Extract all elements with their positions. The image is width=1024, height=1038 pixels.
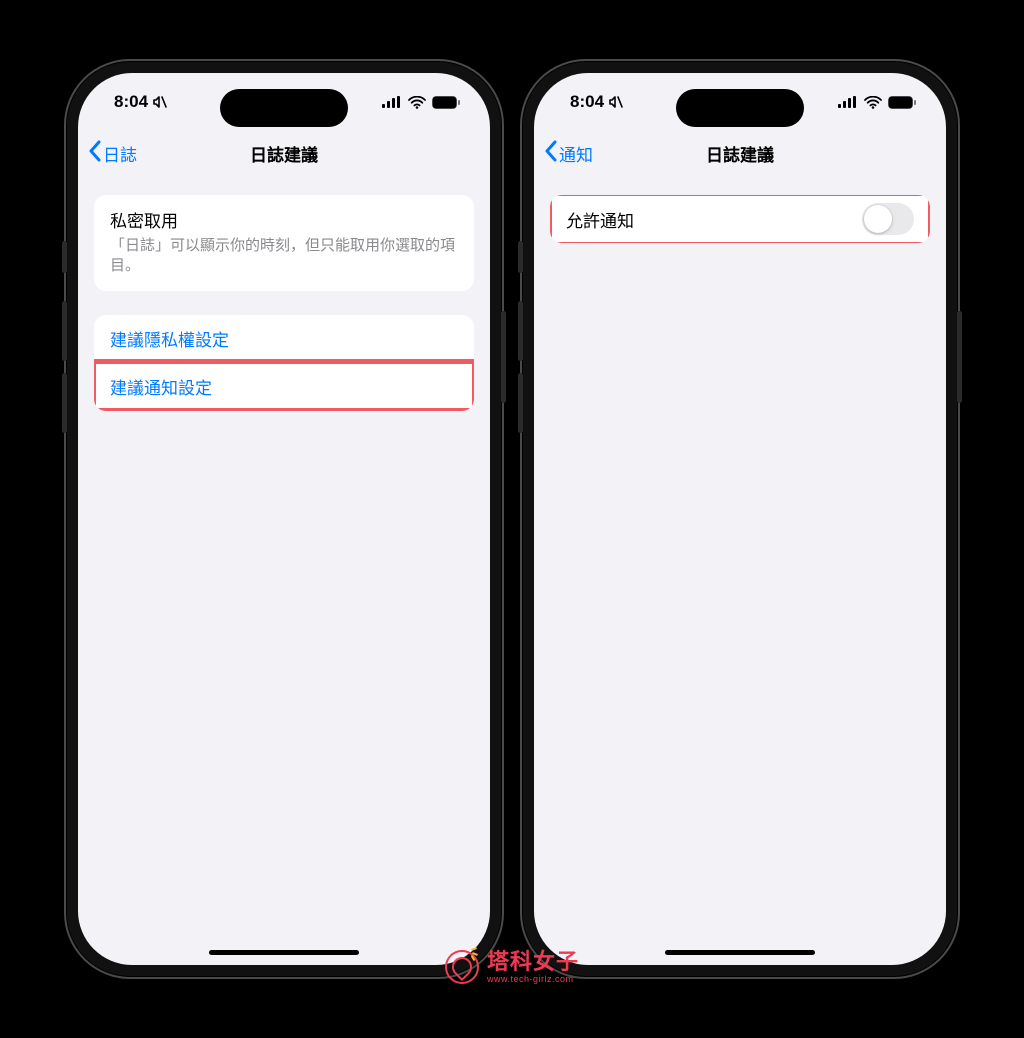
back-button[interactable]: 通知 bbox=[544, 140, 593, 167]
back-button[interactable]: 日誌 bbox=[88, 140, 137, 167]
phone-power-button bbox=[501, 311, 506, 403]
chevron-left-icon bbox=[544, 140, 557, 167]
phone-left: 8:04 bbox=[64, 59, 504, 979]
battery-icon bbox=[888, 96, 916, 109]
suggestion-privacy-settings-row[interactable]: 建議隱私權設定 bbox=[94, 315, 474, 363]
row-label: 允許通知 bbox=[566, 207, 862, 232]
phone-volume-down bbox=[62, 373, 67, 433]
nav-bar: 通知 日誌建議 bbox=[534, 131, 946, 175]
phone-volume-up bbox=[518, 301, 523, 361]
watermark-title: 塔科女子 bbox=[487, 951, 579, 973]
wifi-icon bbox=[864, 96, 882, 109]
dynamic-island bbox=[676, 89, 804, 127]
status-time: 8:04 bbox=[114, 92, 148, 112]
home-indicator[interactable] bbox=[209, 950, 359, 955]
phone-power-button bbox=[957, 311, 962, 403]
watermark: 塔科女子 www.tech-girlz.com bbox=[445, 950, 579, 984]
nav-bar: 日誌 日誌建議 bbox=[78, 131, 490, 175]
screen-left: 8:04 bbox=[78, 73, 490, 965]
home-indicator[interactable] bbox=[665, 950, 815, 955]
chevron-left-icon bbox=[88, 140, 101, 167]
battery-icon bbox=[432, 96, 460, 109]
watermark-subtitle: www.tech-girlz.com bbox=[487, 975, 579, 984]
screen-right: 8:04 bbox=[534, 73, 946, 965]
back-label: 日誌 bbox=[103, 141, 137, 166]
dynamic-island bbox=[220, 89, 348, 127]
private-access-card: 私密取用 「日誌」可以顯示你的時刻，但只能取用你選取的項目。 bbox=[94, 195, 474, 291]
suggestion-settings-group: 建議隱私權設定 建議通知設定 bbox=[94, 315, 474, 411]
row-label: 建議隱私權設定 bbox=[110, 326, 229, 351]
allow-notifications-toggle[interactable] bbox=[862, 203, 914, 235]
cellular-signal-icon bbox=[838, 96, 858, 108]
phone-volume-up bbox=[62, 301, 67, 361]
wifi-icon bbox=[408, 96, 426, 109]
nav-title: 日誌建議 bbox=[534, 141, 946, 166]
toggle-knob bbox=[864, 205, 892, 233]
phone-mute-switch bbox=[62, 241, 67, 273]
suggestion-notification-settings-row[interactable]: 建議通知設定 bbox=[94, 363, 474, 411]
cellular-signal-icon bbox=[382, 96, 402, 108]
phone-mute-switch bbox=[518, 241, 523, 273]
private-access-desc: 「日誌」可以顯示你的時刻，但只能取用你選取的項目。 bbox=[110, 236, 458, 277]
nav-title: 日誌建議 bbox=[78, 141, 490, 166]
settings-content: 私密取用 「日誌」可以顯示你的時刻，但只能取用你選取的項目。 建議隱私權設定 建… bbox=[78, 195, 490, 411]
screenshot-stage: 8:04 bbox=[0, 0, 1024, 1038]
row-label: 建議通知設定 bbox=[110, 374, 212, 399]
watermark-logo-icon bbox=[445, 950, 479, 984]
phone-volume-down bbox=[518, 373, 523, 433]
phone-right: 8:04 bbox=[520, 59, 960, 979]
status-time: 8:04 bbox=[570, 92, 604, 112]
mute-icon bbox=[152, 95, 168, 109]
mute-icon bbox=[608, 95, 624, 109]
allow-notifications-group: 允許通知 bbox=[550, 195, 930, 243]
private-access-title: 私密取用 bbox=[110, 207, 458, 232]
allow-notifications-row[interactable]: 允許通知 bbox=[550, 195, 930, 243]
back-label: 通知 bbox=[559, 141, 593, 166]
settings-content: 允許通知 bbox=[534, 195, 946, 243]
